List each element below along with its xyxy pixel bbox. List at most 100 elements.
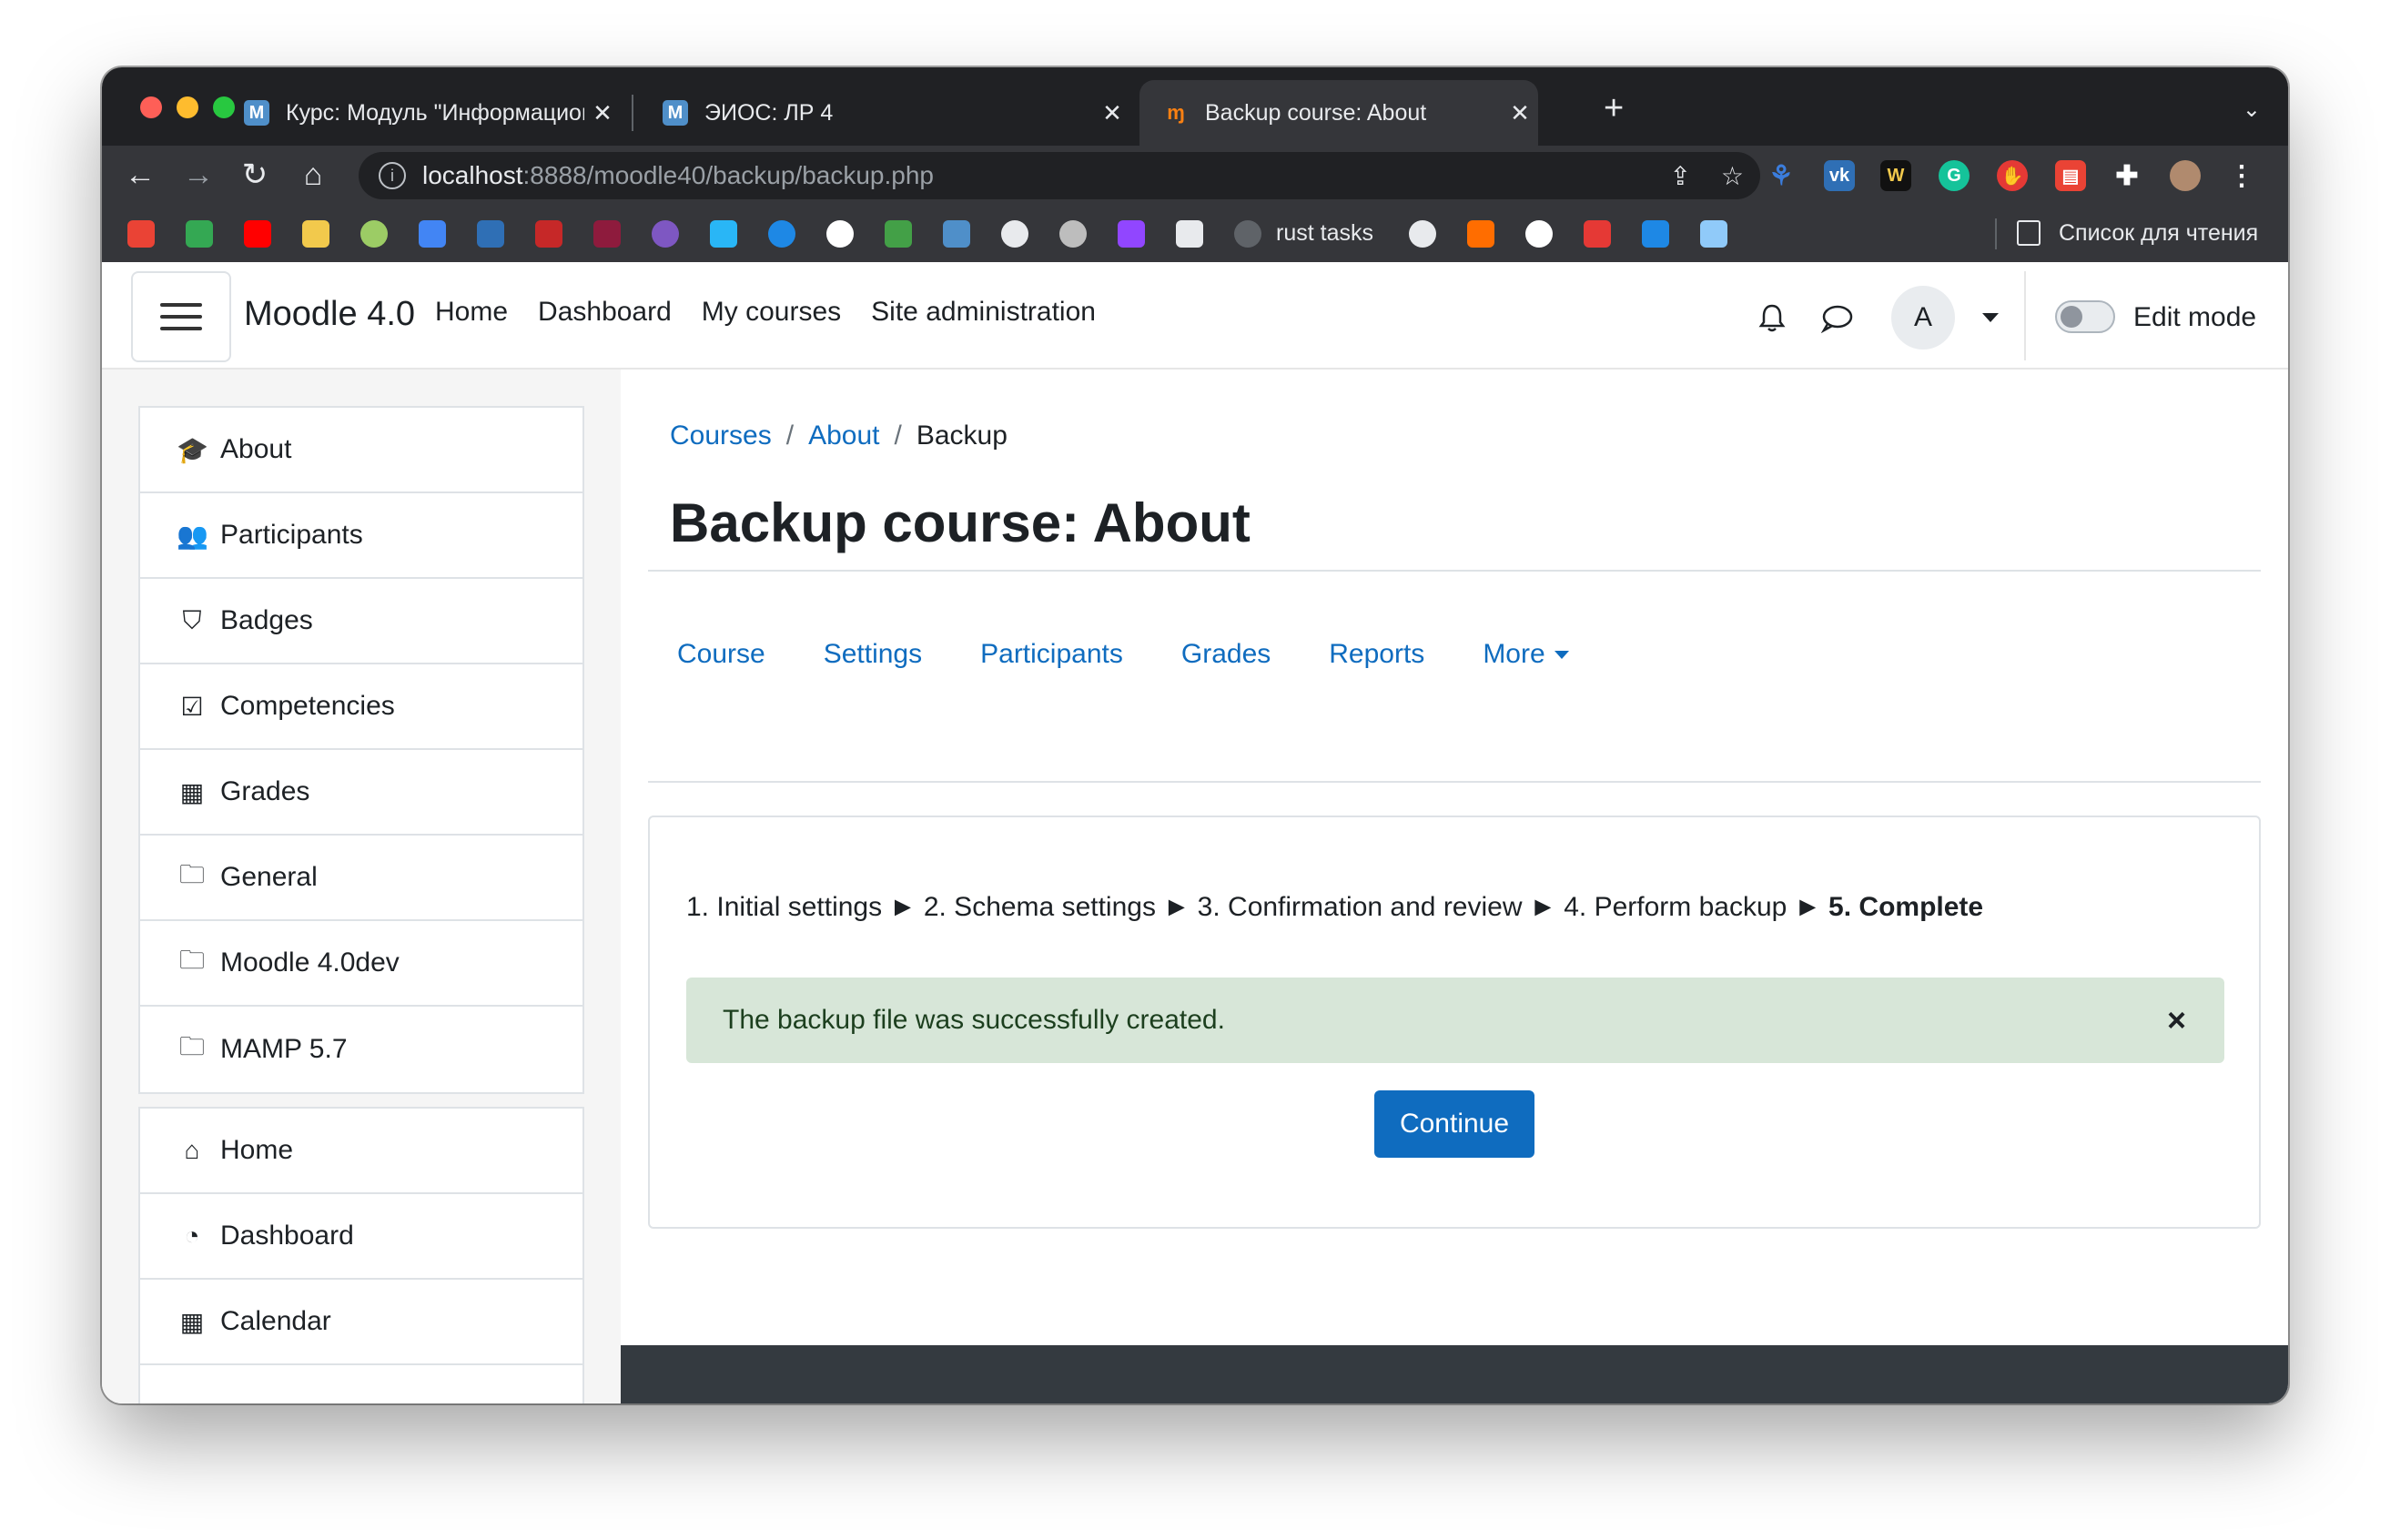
home-icon[interactable]: ⌂ xyxy=(295,157,331,193)
step-complete: 5. Complete xyxy=(1828,892,1984,922)
bookmark-icon[interactable] xyxy=(1525,220,1553,248)
translate-bookmark-icon[interactable] xyxy=(419,220,446,248)
github-folder-icon[interactable] xyxy=(1234,220,1261,248)
tab-course[interactable]: Course xyxy=(677,639,765,670)
youtube-bookmark-icon[interactable] xyxy=(244,220,271,248)
browser-tab-eios[interactable]: M ЭИОС: ЛР 4 ✕ xyxy=(639,80,1130,146)
twitch-bookmark-icon[interactable] xyxy=(1118,220,1145,248)
tab-participants[interactable]: Participants xyxy=(980,639,1123,670)
browser-tab-course[interactable]: M Курс: Модуль "Информационн ✕ xyxy=(220,80,621,146)
bookmark-icon[interactable] xyxy=(593,220,621,248)
main-region: Courses / About / Backup Backup course: … xyxy=(621,370,2288,1403)
drawer-item-grades[interactable]: ▦ Grades xyxy=(140,750,582,836)
drawer-item-home[interactable]: ⌂ Home xyxy=(140,1109,582,1194)
drawer-item-dashboard[interactable]: ◔ Dashboard xyxy=(140,1194,582,1280)
bookmark-icon[interactable] xyxy=(710,220,737,248)
drawer-item-mamp-5-7[interactable]: 🗀 MAMP 5.7 xyxy=(140,1007,582,1092)
gmail-bookmark-icon[interactable] xyxy=(127,220,155,248)
tab-search-chevron-icon[interactable]: ⌄ xyxy=(2243,96,2261,123)
share-icon[interactable]: ⇪ xyxy=(1670,161,1691,191)
nav-home[interactable]: Home xyxy=(435,297,508,328)
bookmark-icon[interactable] xyxy=(1467,220,1494,248)
drawer-item-moodle-4-0dev[interactable]: 🗀 Moodle 4.0dev xyxy=(140,921,582,1007)
user-avatar[interactable]: A xyxy=(1891,286,1955,350)
breadcrumb-courses[interactable]: Courses xyxy=(670,420,772,451)
drawer-item-calendar[interactable]: ▦ Calendar xyxy=(140,1280,582,1365)
bookmark-star-icon[interactable]: ☆ xyxy=(1721,161,1744,191)
continue-button[interactable]: Continue xyxy=(1374,1090,1534,1158)
vk-bookmark-icon[interactable] xyxy=(477,220,504,248)
bookmark-icon[interactable] xyxy=(1700,220,1727,248)
close-tab-icon[interactable]: ✕ xyxy=(584,99,621,127)
step-confirmation-review: 3. Confirmation and review xyxy=(1197,892,1523,922)
reload-icon[interactable]: ↻ xyxy=(237,157,273,193)
drive-bookmark-icon[interactable] xyxy=(186,220,213,248)
drawer-item-badges[interactable]: ⛉ Badges xyxy=(140,579,582,664)
bookmark-icon[interactable] xyxy=(535,220,562,248)
nav-site-administration[interactable]: Site administration xyxy=(871,297,1096,328)
github-bookmark-icon[interactable] xyxy=(1001,220,1028,248)
bookmark-icon[interactable] xyxy=(826,220,854,248)
hamburger-icon xyxy=(160,327,202,330)
close-window-button[interactable] xyxy=(140,96,162,118)
bookmark-icon[interactable] xyxy=(1409,220,1436,248)
tab-more[interactable]: More xyxy=(1483,639,1569,670)
extension-icon[interactable]: ⚘ xyxy=(1766,160,1797,191)
drawer-item-participants[interactable]: 👥 Participants xyxy=(140,493,582,579)
new-tab-icon[interactable]: + xyxy=(1604,91,1624,126)
reading-list-icon[interactable] xyxy=(2017,220,2041,246)
address-bar[interactable]: i localhost:8888/moodle40/backup/backup.… xyxy=(359,152,1760,199)
nav-dashboard[interactable]: Dashboard xyxy=(538,297,672,328)
site-menu: ⌂ Home ◔ Dashboard ▦ Calendar xyxy=(138,1107,584,1403)
bookmark-rust-tasks[interactable]: rust tasks xyxy=(1276,220,1373,247)
tab-title: ЭИОС: ЛР 4 xyxy=(704,99,834,126)
grammarly-icon[interactable]: G xyxy=(1939,160,1970,191)
drawer-item-about[interactable]: 🎓 About xyxy=(140,408,582,493)
back-icon[interactable]: ← xyxy=(122,157,158,193)
bookmark-icon[interactable] xyxy=(1059,220,1087,248)
browser-menu-icon[interactable]: ⋮ xyxy=(2226,160,2257,191)
tab-settings[interactable]: Settings xyxy=(824,639,922,670)
user-menu-caret-icon[interactable] xyxy=(1982,313,1999,322)
notifications-bell-icon[interactable] xyxy=(1757,302,1787,333)
drawer-toggle-button[interactable] xyxy=(131,271,231,362)
tab-reports[interactable]: Reports xyxy=(1329,639,1424,670)
bookmark-icon[interactable] xyxy=(1584,220,1611,248)
extension-icon[interactable]: W xyxy=(1880,160,1911,191)
tab-grades[interactable]: Grades xyxy=(1181,639,1271,670)
bookmark-icon[interactable] xyxy=(652,220,679,248)
nav-my-courses[interactable]: My courses xyxy=(702,297,841,328)
folder-icon: 🗀 xyxy=(178,1032,205,1060)
bookmark-icon[interactable] xyxy=(885,220,912,248)
breadcrumb-about[interactable]: About xyxy=(808,420,879,451)
messages-chat-icon[interactable] xyxy=(1820,304,1853,333)
reading-list-label[interactable]: Список для чтения xyxy=(2059,220,2258,247)
bookmark-icon[interactable] xyxy=(1642,220,1669,248)
bookmark-icon[interactable] xyxy=(1176,220,1203,248)
vk-extension-icon[interactable]: vk xyxy=(1824,160,1855,191)
close-tab-icon[interactable]: ✕ xyxy=(1094,99,1130,127)
bookmark-icon[interactable] xyxy=(302,220,329,248)
close-tab-icon[interactable]: ✕ xyxy=(1502,99,1538,127)
drawer-item-general[interactable]: 🗀 General xyxy=(140,836,582,921)
site-brand[interactable]: Moodle 4.0 xyxy=(244,295,415,334)
forward-icon[interactable]: → xyxy=(180,157,217,193)
moodle-bookmark-icon[interactable] xyxy=(943,220,970,248)
edit-mode-toggle[interactable] xyxy=(2055,300,2115,333)
profile-avatar-icon[interactable] xyxy=(2170,160,2201,191)
extensions-puzzle-icon[interactable]: ✚ xyxy=(2112,160,2142,191)
browser-tab-backup[interactable]: ɱ Backup course: About ✕ xyxy=(1139,80,1538,146)
drawer-item-competencies[interactable]: ☑ Competencies xyxy=(140,664,582,750)
bookmark-icon[interactable] xyxy=(768,220,795,248)
close-alert-icon[interactable]: × xyxy=(2167,1001,2186,1039)
adblock-icon[interactable]: ✋ xyxy=(1997,160,2028,191)
site-info-icon[interactable]: i xyxy=(379,162,406,189)
minimize-window-button[interactable] xyxy=(177,96,198,118)
drawer-item-more[interactable] xyxy=(140,1365,582,1403)
divider xyxy=(648,570,2261,572)
breadcrumb: Courses / About / Backup xyxy=(670,420,1008,451)
url-text[interactable]: localhost:8888/moodle40/backup/backup.ph… xyxy=(422,161,934,190)
caret-down-icon xyxy=(1554,650,1569,659)
bookmark-icon[interactable] xyxy=(360,220,388,248)
extension-icon[interactable]: ▤ xyxy=(2055,160,2086,191)
